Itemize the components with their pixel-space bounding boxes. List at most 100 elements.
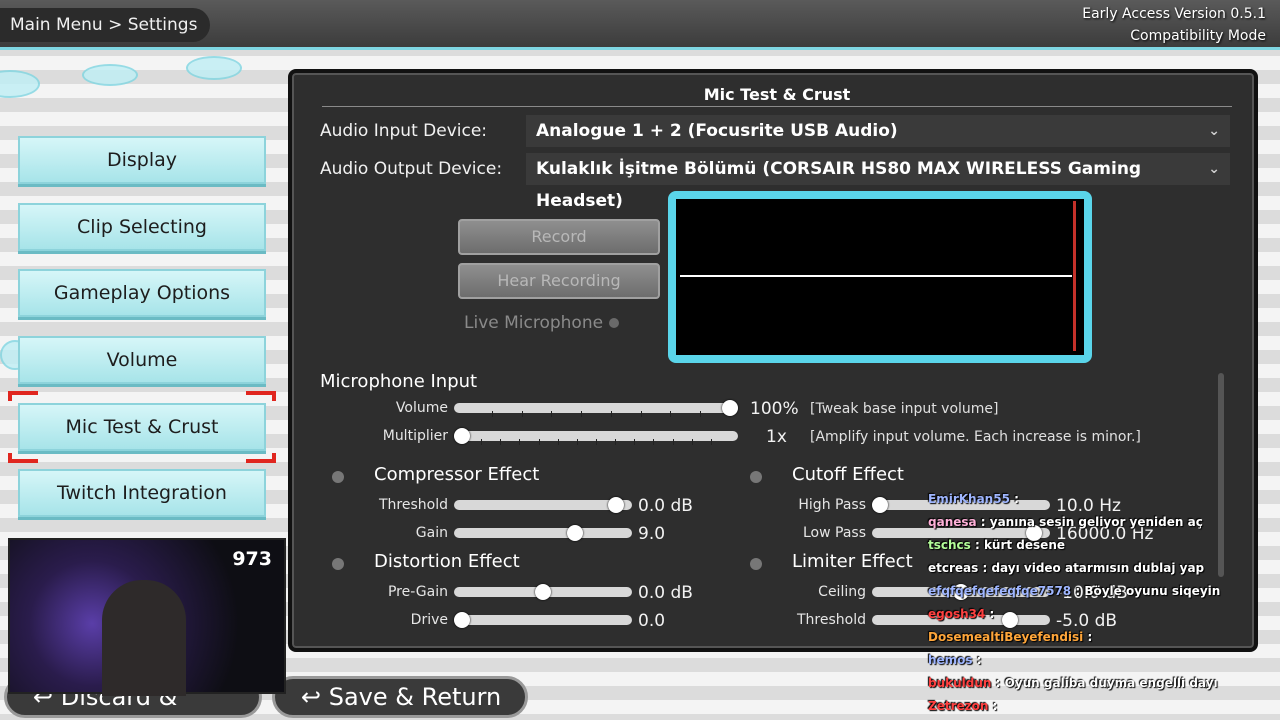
streamer-silhouette bbox=[102, 580, 186, 696]
slider-tick bbox=[634, 439, 636, 445]
chat-user: qanesa bbox=[928, 515, 977, 529]
background-bubble bbox=[186, 56, 242, 80]
input-device-value: Analogue 1 + 2 (Focusrite USB Audio) bbox=[536, 121, 898, 141]
compressor-gain-label: Gain bbox=[415, 525, 448, 541]
output-device-select[interactable]: Kulaklık İşitme Bölümü (CORSAIR HS80 MAX… bbox=[526, 153, 1230, 211]
ceiling-label: Ceiling bbox=[818, 584, 866, 600]
hear-recording-button[interactable]: Hear Recording bbox=[458, 263, 660, 299]
chat-text: Böyle oyunu siqeyin bbox=[1084, 584, 1221, 598]
slider-tick bbox=[670, 411, 672, 417]
chat-user: hemos bbox=[928, 653, 973, 667]
cutoff-toggle[interactable] bbox=[750, 471, 762, 483]
chat-user: EmirKhan55 bbox=[928, 492, 1010, 506]
compat-mode-label: Compatibility Mode bbox=[1130, 28, 1266, 44]
output-device-label: Audio Output Device: bbox=[320, 159, 503, 179]
chat-user: egosh34 bbox=[928, 607, 986, 621]
slider-tick bbox=[596, 439, 597, 445]
sidebar-item-mic-test[interactable]: Mic Test & Crust bbox=[18, 403, 266, 451]
lowpass-slider[interactable] bbox=[872, 525, 1050, 541]
slider-tick bbox=[521, 411, 523, 417]
chat-message: efqfqefqefeqfqe7578 : Böyle oyunu siqeyi… bbox=[928, 584, 1221, 598]
slider-tick bbox=[491, 411, 493, 417]
limiter-toggle[interactable] bbox=[750, 558, 762, 570]
live-microphone-toggle[interactable]: Live Microphone bbox=[464, 313, 620, 333]
slider-knob[interactable] bbox=[454, 428, 470, 444]
slider-tick bbox=[710, 439, 712, 445]
compressor-threshold-label: Threshold bbox=[379, 497, 448, 513]
distortion-heading: Distortion Effect bbox=[374, 551, 520, 572]
slider-knob[interactable] bbox=[607, 497, 624, 513]
chat-message: tschcs : kürt desene bbox=[928, 538, 1065, 552]
lowpass-label: Low Pass bbox=[803, 525, 866, 541]
chat-user: bukuldun bbox=[928, 676, 992, 690]
distortion-pregain-label: Pre-Gain bbox=[387, 584, 448, 600]
slider-knob[interactable] bbox=[1001, 612, 1018, 628]
save-return-button[interactable]: ↩ Save & Return bbox=[272, 676, 528, 718]
version-label: Early Access Version 0.5.1 bbox=[1082, 6, 1266, 22]
chat-message: etcreas : dayı video atarmısın dublaj ya… bbox=[928, 561, 1205, 575]
multiplier-slider[interactable] bbox=[454, 428, 738, 445]
slider-tick bbox=[640, 411, 642, 417]
webcam-overlay: 973 bbox=[8, 538, 286, 696]
slider-tick bbox=[700, 411, 702, 417]
input-device-select[interactable]: Analogue 1 + 2 (Focusrite USB Audio) ⌄ bbox=[526, 115, 1230, 147]
slider-knob[interactable] bbox=[722, 400, 738, 416]
chat-message: EmirKhan55 : bbox=[928, 492, 1019, 506]
waveform-display bbox=[668, 191, 1092, 363]
slider-tick bbox=[557, 439, 559, 445]
distortion-pregain-slider[interactable] bbox=[454, 584, 632, 600]
sidebar-item-display[interactable]: Display bbox=[18, 136, 266, 184]
panel-scrollbar[interactable] bbox=[1218, 373, 1224, 577]
input-device-label: Audio Input Device: bbox=[320, 121, 488, 141]
breadcrumb: Main Menu > Settings bbox=[0, 8, 210, 42]
limiter-threshold-value: -5.0 dB bbox=[1056, 611, 1118, 631]
record-button[interactable]: Record bbox=[458, 219, 660, 255]
chat-user: Zetrezon bbox=[928, 699, 989, 713]
sidebar-item-volume[interactable]: Volume bbox=[18, 336, 266, 384]
limiter-threshold-label: Threshold bbox=[797, 612, 866, 628]
cutoff-heading: Cutoff Effect bbox=[792, 464, 904, 485]
sidebar-item-twitch-integration[interactable]: Twitch Integration bbox=[18, 469, 266, 517]
background-bubble bbox=[82, 64, 138, 86]
toggle-dot-icon bbox=[609, 318, 620, 328]
slider-tick bbox=[576, 439, 578, 445]
slider-tick bbox=[615, 439, 617, 445]
slider-tick bbox=[551, 411, 553, 417]
slider-knob[interactable] bbox=[535, 584, 551, 600]
multiplier-slider-label: Multiplier bbox=[382, 428, 448, 444]
distortion-drive-slider[interactable] bbox=[454, 612, 632, 628]
chat-text: Oyun galiba duyma engelli dayı bbox=[1004, 676, 1218, 690]
slider-knob[interactable] bbox=[567, 525, 584, 541]
slider-knob[interactable] bbox=[454, 612, 470, 628]
highpass-label: High Pass bbox=[798, 497, 866, 513]
multiplier-value: 1x bbox=[766, 427, 787, 447]
chat-message: qanesa : yanına sesin geliyor yeniden aç bbox=[928, 515, 1203, 529]
chat-user: efqfqefqefeqfqe7578 bbox=[928, 584, 1072, 598]
distortion-drive-value: 0.0 bbox=[638, 611, 666, 631]
compressor-gain-value: 9.0 bbox=[638, 524, 666, 544]
compressor-heading: Compressor Effect bbox=[374, 464, 540, 485]
sidebar-item-gameplay-options[interactable]: Gameplay Options bbox=[18, 269, 266, 317]
chat-user: tschcs bbox=[928, 538, 971, 552]
highpass-value: 10.0 Hz bbox=[1056, 496, 1121, 516]
mic-input-heading: Microphone Input bbox=[320, 371, 478, 392]
slider-tick bbox=[500, 439, 502, 445]
slider-tick bbox=[538, 439, 540, 445]
live-microphone-label: Live Microphone bbox=[464, 313, 604, 333]
volume-slider[interactable] bbox=[454, 400, 738, 417]
compressor-threshold-value: 0.0 dB bbox=[638, 496, 693, 516]
sidebar-item-clip-selecting[interactable]: Clip Selecting bbox=[18, 203, 266, 251]
chat-message: Zetrezon : bbox=[928, 699, 998, 713]
distortion-toggle[interactable] bbox=[332, 558, 344, 570]
chat-text: dayı video atarmısın dublaj yap bbox=[991, 561, 1205, 575]
chevron-down-icon: ⌄ bbox=[1208, 123, 1220, 139]
compressor-threshold-slider[interactable] bbox=[454, 497, 632, 513]
compressor-toggle[interactable] bbox=[332, 471, 344, 483]
slider-knob[interactable] bbox=[872, 497, 888, 513]
chat-message: DosemealtiBeyefendisi : bbox=[928, 630, 1093, 644]
slider-tick bbox=[672, 439, 674, 445]
chat-message: bukuldun : Oyun galiba duyma engelli day… bbox=[928, 676, 1218, 690]
compressor-gain-slider[interactable] bbox=[454, 525, 632, 541]
volume-value: 100% bbox=[750, 399, 799, 419]
slider-tick bbox=[581, 411, 583, 417]
